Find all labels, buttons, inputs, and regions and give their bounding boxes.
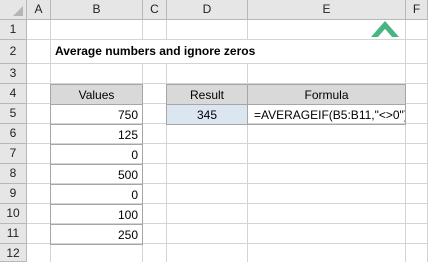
gridline <box>27 63 428 64</box>
formula-header-cell[interactable]: Formula <box>247 84 406 105</box>
row-header-12[interactable]: 12 <box>0 244 27 262</box>
row-header-7[interactable]: 7 <box>0 144 27 164</box>
value-cell[interactable]: 500 <box>50 164 143 185</box>
row-header-3[interactable]: 3 <box>0 64 27 84</box>
column-header-f[interactable]: F <box>406 0 428 20</box>
triangle-logo-icon <box>371 21 399 37</box>
select-all-button[interactable] <box>0 0 27 20</box>
row-header-5[interactable]: 5 <box>0 104 27 124</box>
value-cell[interactable]: 750 <box>50 104 143 125</box>
sheet-title-cell[interactable]: Average numbers and ignore zeros <box>51 40 351 63</box>
value-cell[interactable]: 100 <box>50 204 143 225</box>
gridline <box>405 20 406 262</box>
column-header-d[interactable]: D <box>167 0 248 20</box>
result-header-cell[interactable]: Result <box>166 84 248 105</box>
row-header-8[interactable]: 8 <box>0 164 27 184</box>
column-header-e[interactable]: E <box>248 0 406 20</box>
row-header-2[interactable]: 2 <box>0 40 27 64</box>
values-header-cell[interactable]: Values <box>50 84 143 105</box>
row-header-6[interactable]: 6 <box>0 124 27 144</box>
row-header-1[interactable]: 1 <box>0 20 27 40</box>
value-cell[interactable]: 250 <box>50 224 143 245</box>
formula-text-cell[interactable]: =AVERAGEIF(B5:B11,"<>0") <box>247 104 406 125</box>
value-cell[interactable]: 0 <box>50 144 143 165</box>
column-header-b[interactable]: B <box>51 0 143 20</box>
spreadsheet: A B C D E F 1 2 3 4 5 6 7 8 9 10 11 12 A… <box>0 0 428 262</box>
column-header-a[interactable]: A <box>27 0 51 20</box>
select-all-icon <box>13 6 23 16</box>
column-header-c[interactable]: C <box>143 0 167 20</box>
row-header-11[interactable]: 11 <box>0 224 27 244</box>
row-header-9[interactable]: 9 <box>0 184 27 204</box>
value-cell[interactable]: 0 <box>50 184 143 205</box>
row-header-4[interactable]: 4 <box>0 84 27 104</box>
value-cell[interactable]: 125 <box>50 124 143 145</box>
row-header-10[interactable]: 10 <box>0 204 27 224</box>
result-value-cell[interactable]: 345 <box>166 104 248 125</box>
